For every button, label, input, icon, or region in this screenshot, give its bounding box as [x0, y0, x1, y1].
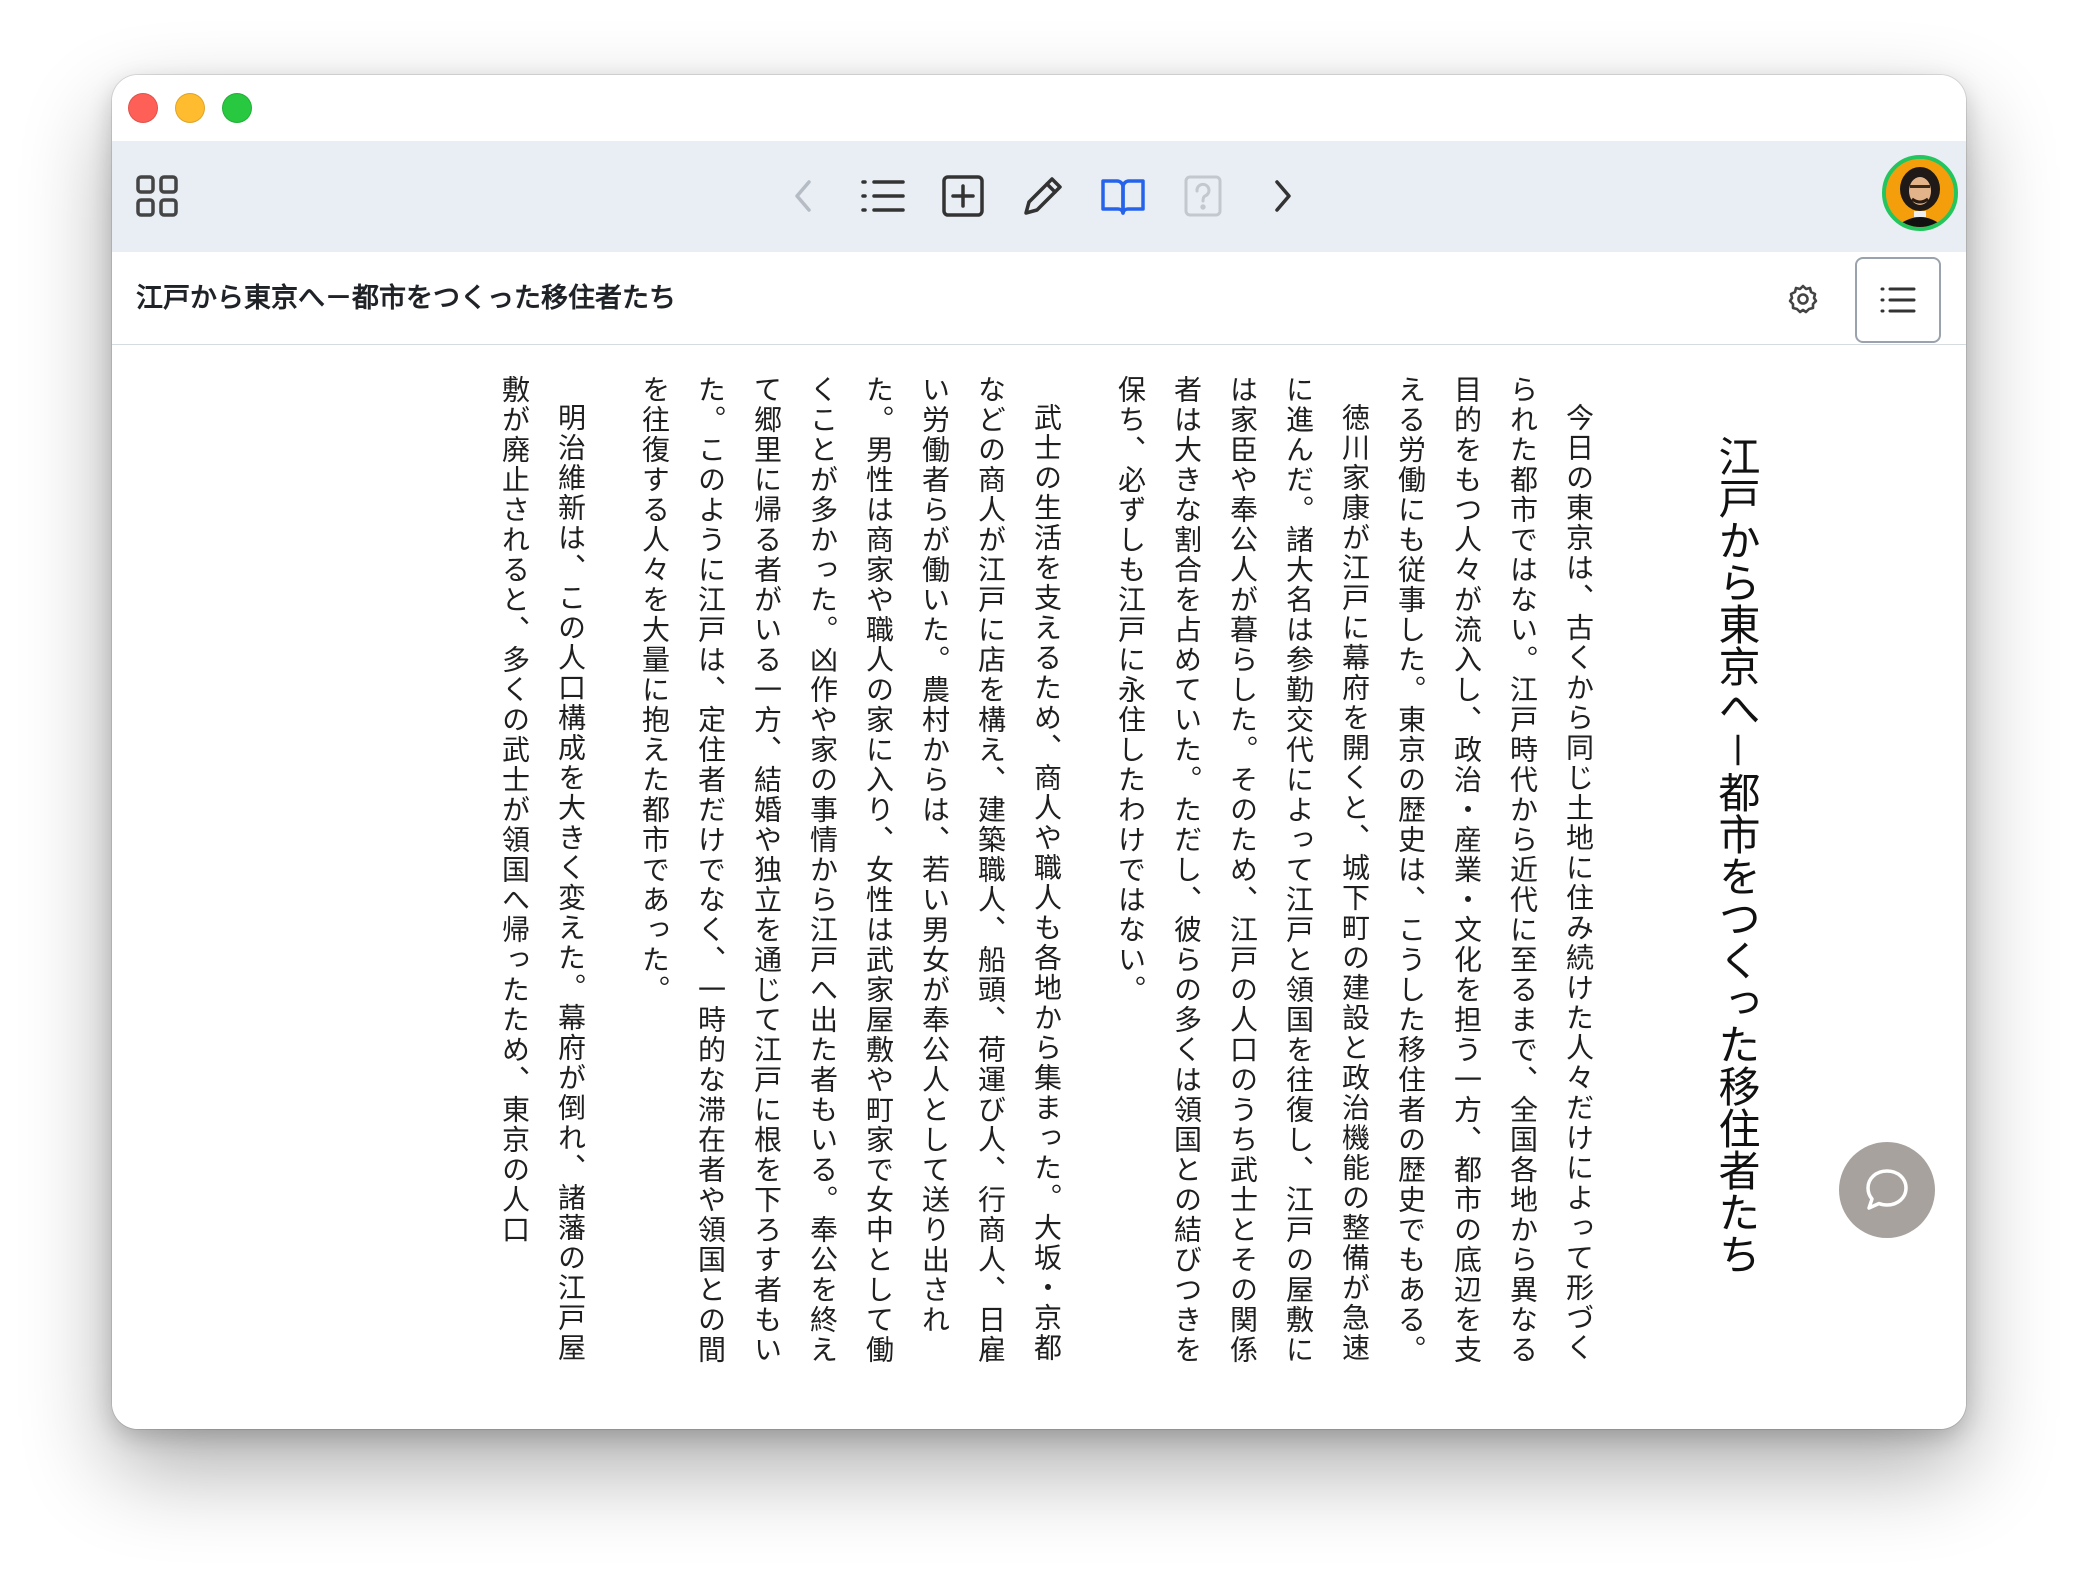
document-title: 江戸から東京へ－都市をつくった移住者たち	[136, 283, 676, 314]
zoom-window-button[interactable]	[222, 93, 252, 123]
table-of-contents-button[interactable]	[1855, 257, 1941, 343]
question-square-icon	[1184, 175, 1222, 217]
book-open-icon	[1101, 179, 1145, 215]
document-header: 江戸から東京へ－都市をつくった移住者たち	[112, 252, 1966, 345]
reading-pane: 江戸から東京へ－都市をつくった移住者たち 今日の東京は、古くから同じ土地に住み続…	[112, 345, 1966, 1429]
edit-button[interactable]	[1008, 161, 1078, 231]
read-mode-button[interactable]	[1088, 161, 1158, 231]
next-page-button[interactable]	[1248, 161, 1318, 231]
avatar-portrait-icon	[1886, 159, 1954, 227]
vertical-article: 江戸から東京へ－都市をつくった移住者たち 今日の東京は、古くから同じ土地に住み続…	[458, 375, 1766, 1375]
list-icon	[1880, 287, 1916, 313]
quiz-button[interactable]	[1168, 161, 1238, 231]
settings-button[interactable]	[1784, 280, 1822, 318]
article-paragraph: 今日の東京は、古くから同じ土地に住み続けた人々だけによって形づくられた都市ではな…	[1394, 375, 1595, 1365]
article-paragraph: 武士の生活を支えるため、商人や職人も各地から集まった。大坂・京都などの商人が江戸…	[638, 375, 1063, 1365]
close-window-button[interactable]	[128, 93, 158, 123]
chat-button[interactable]	[1839, 1142, 1935, 1238]
title-bar	[112, 75, 1966, 141]
previous-page-button[interactable]	[768, 161, 838, 231]
toolbar	[112, 141, 1966, 252]
grid-button[interactable]	[122, 161, 192, 231]
gear-icon	[1788, 284, 1818, 314]
pencil-icon	[1024, 177, 1062, 215]
list-icon	[861, 180, 905, 212]
chevron-right-icon	[1275, 180, 1291, 212]
add-button[interactable]	[928, 161, 998, 231]
article-title: 江戸から東京へ－都市をつくった移住者たち	[1712, 435, 1761, 1276]
chevron-left-icon	[795, 180, 811, 212]
article-paragraph: 明治維新は、この人口構成を大きく変えた。幕府が倒れ、諸藩の江戸屋敷が廃止されると…	[498, 375, 587, 1363]
plus-square-icon	[942, 175, 984, 217]
app-window: 江戸から東京へ－都市をつくった移住者たち 江戸から東京へ－都市をつくった移住者た…	[112, 75, 1966, 1429]
chat-bubble-icon	[1866, 1169, 1908, 1210]
outline-button[interactable]	[848, 161, 918, 231]
minimize-window-button[interactable]	[175, 93, 205, 123]
user-avatar[interactable]	[1882, 155, 1958, 231]
grid-icon	[136, 175, 178, 217]
article-paragraph: 徳川家康が江戸に幕府を開くと、城下町の建設と政治機能の整備が急速に進んだ。諸大名…	[1114, 375, 1371, 1365]
